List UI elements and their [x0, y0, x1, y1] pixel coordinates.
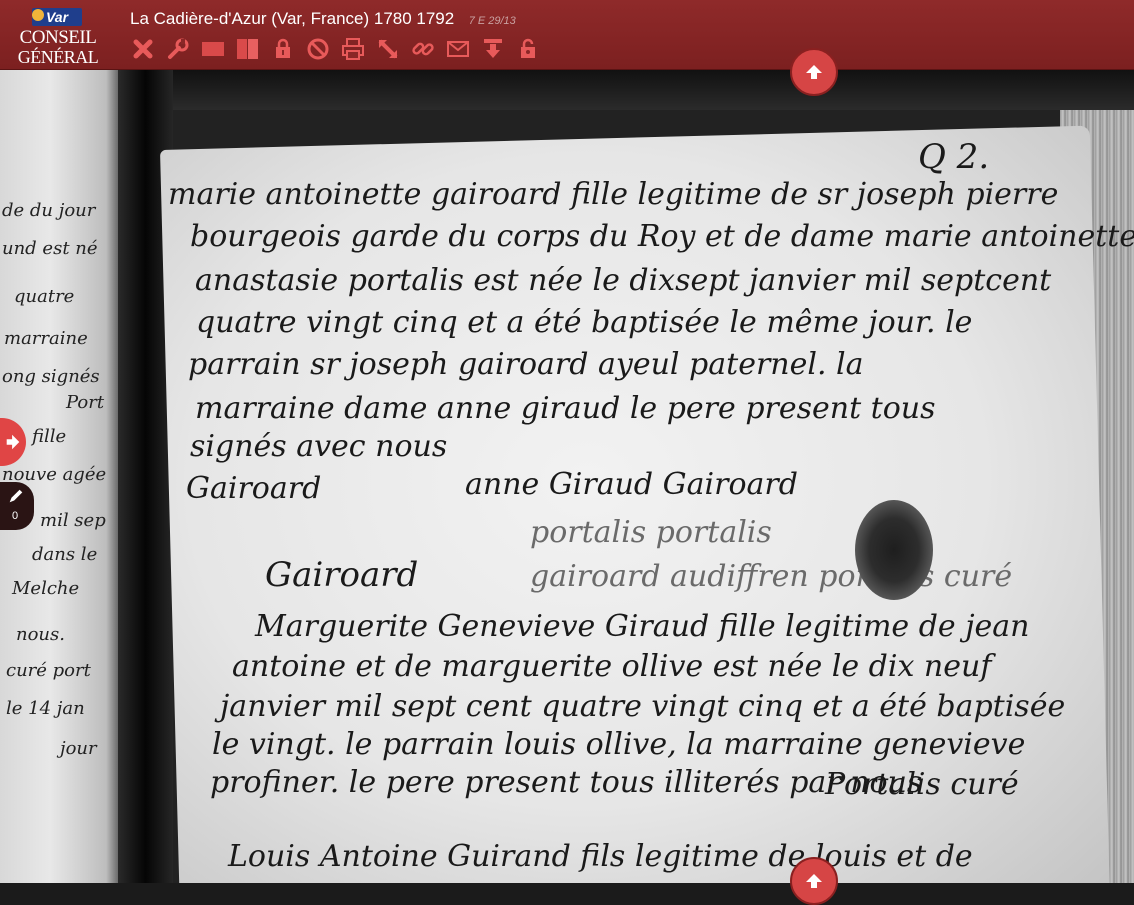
left-page-scan: de du jour und est né quatre marraine on…	[0, 70, 125, 883]
lock-icon[interactable]	[270, 36, 296, 62]
conseil-general-logo[interactable]: Var CONSEIL GÉNÉRAL	[12, 8, 104, 67]
link-icon[interactable]	[410, 36, 436, 62]
entry-1-line: signés avec nous	[190, 429, 448, 464]
signature-curé: Portalis curé	[825, 767, 1019, 802]
left-margin-line: le 14 jan	[6, 698, 85, 719]
entry-2-line: antoine et de marguerite ollive est née …	[232, 649, 992, 684]
sun-icon	[32, 9, 44, 21]
left-margin-line: und est né	[2, 238, 98, 259]
pencil-icon	[9, 489, 23, 503]
left-margin-line: de du jour	[2, 200, 96, 221]
left-margin-line: fille	[32, 426, 67, 447]
logo-line-2: GÉNÉRAL	[17, 47, 99, 67]
signature-3: portalis portalis	[530, 515, 772, 550]
entry-1-line: marie antoinette gairoard fille legitime…	[168, 177, 1059, 212]
previous-page-button[interactable]	[790, 48, 838, 96]
forbidden-icon[interactable]	[305, 36, 331, 62]
left-margin-line: Port	[66, 392, 105, 413]
entry-2-line: Marguerite Genevieve Giraud fille legiti…	[255, 609, 1030, 644]
entry-1-line: anastasie portalis est née le dixsept ja…	[195, 263, 1052, 298]
left-margin-line: Melche	[12, 578, 80, 599]
logo-line-1: CONSEIL	[19, 27, 97, 48]
entry-1-line: parrain sr joseph gairoard ayeul paterne…	[188, 347, 864, 382]
annotations-button[interactable]: 0	[0, 482, 34, 530]
left-margin-line: mil sep	[40, 510, 106, 531]
document-title: La Cadière-d'Azur (Var, France) 1780 179…	[130, 9, 455, 28]
double-page-icon[interactable]	[235, 36, 261, 62]
next-page-button[interactable]	[790, 857, 838, 905]
document-viewer[interactable]: de du jour und est né quatre marraine on…	[0, 70, 1134, 883]
left-margin-line: jour	[60, 738, 97, 759]
arrow-up-icon	[806, 874, 822, 888]
fingerprint-stain	[855, 500, 933, 600]
entry-2-line: profiner. le pere present tous illiterés…	[210, 765, 923, 800]
arrow-right-icon	[6, 434, 20, 450]
entry-2-line: le vingt. le parrain louis ollive, la ma…	[212, 727, 1026, 762]
left-margin-line: marraine	[4, 328, 88, 349]
fullscreen-icon[interactable]	[375, 36, 401, 62]
entry-1-line: marraine dame anne giraud le pere presen…	[195, 391, 936, 426]
annotation-count: 0	[11, 510, 19, 522]
top-bar: Var CONSEIL GÉNÉRAL La Cadière-d'Azur (V…	[0, 0, 1134, 70]
left-margin-line: curé port	[6, 660, 91, 681]
close-icon[interactable]	[130, 36, 156, 62]
download-icon[interactable]	[480, 36, 506, 62]
signature-2: anne Giraud Gairoard	[465, 467, 798, 502]
left-margin-line: dans le	[32, 544, 98, 565]
entry-3-line: Louis Antoine Guirand fils legitime de l…	[228, 839, 973, 874]
single-page-icon[interactable]	[200, 36, 226, 62]
print-icon[interactable]	[340, 36, 366, 62]
unlock-icon[interactable]	[515, 36, 541, 62]
margin-name-2: Gairoard	[265, 555, 419, 595]
page-reference: Q 2.	[918, 137, 990, 177]
document-cote: 7 E 29/13	[468, 15, 516, 27]
entry-1-line: bourgeois garde du corps du Roy et de da…	[190, 219, 1134, 254]
mail-icon[interactable]	[445, 36, 471, 62]
settings-wrench-icon[interactable]	[165, 36, 191, 62]
left-margin-line: nous.	[16, 624, 65, 645]
left-margin-line: ong signés	[2, 366, 100, 387]
signature-4: gairoard audiffren portalis curé	[530, 559, 1013, 594]
signature-1: Gairoard	[186, 471, 322, 506]
document-title-row: La Cadière-d'Azur (Var, France) 1780 179…	[130, 9, 516, 29]
arrow-up-icon	[806, 65, 822, 79]
entry-2-line: janvier mil sept cent quatre vingt cinq …	[220, 689, 1066, 724]
entry-1-line: quatre vingt cinq et a été baptisée le m…	[196, 305, 973, 340]
left-margin-line: quatre	[14, 286, 75, 307]
